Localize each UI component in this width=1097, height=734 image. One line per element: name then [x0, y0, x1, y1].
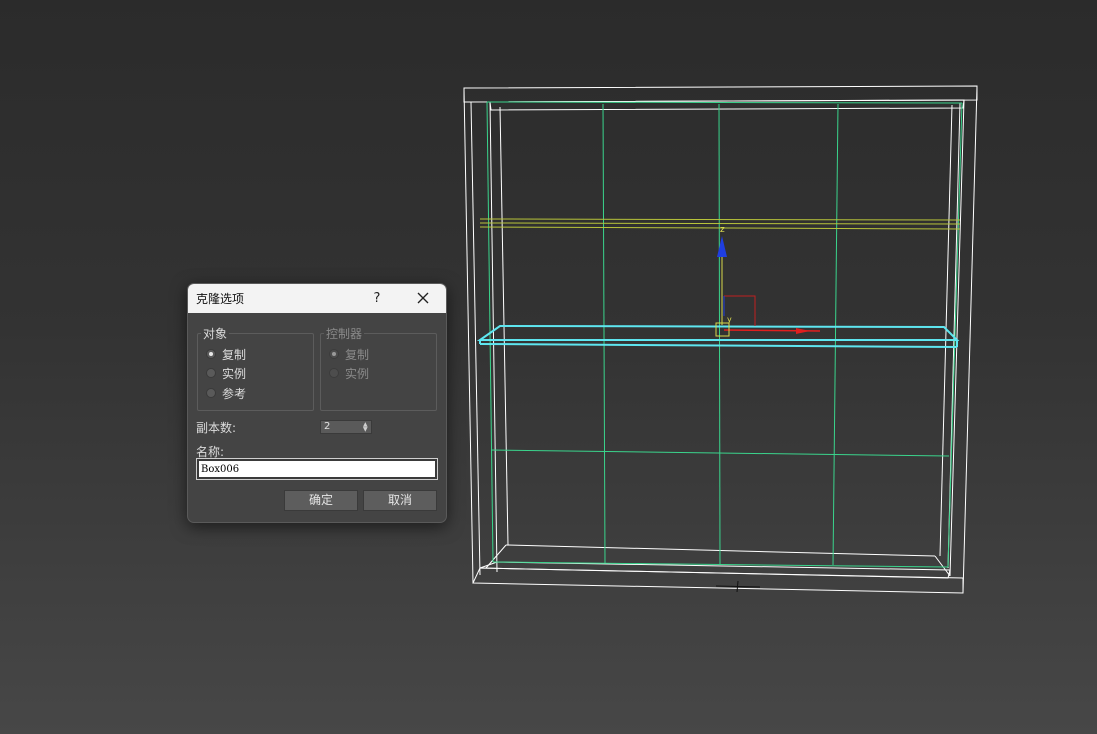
- radio-indicator: [329, 368, 339, 378]
- gizmo-y-label: y: [727, 315, 732, 324]
- radio-indicator[interactable]: [206, 368, 216, 378]
- 3d-viewport[interactable]: z y: [0, 0, 1097, 734]
- controller-instance-radio: 实例: [329, 364, 369, 382]
- ok-button[interactable]: 确定: [284, 490, 358, 511]
- name-input[interactable]: [196, 458, 438, 480]
- viewport-scene: z y: [463, 85, 978, 594]
- radio-label: 复制: [345, 347, 370, 362]
- controller-group-legend: 控制器: [324, 325, 365, 342]
- construction-grid: [486, 101, 963, 568]
- object-group: 对象 复制 实例 参考: [197, 325, 314, 411]
- radio-label: 实例: [345, 366, 370, 381]
- clone-options-dialog: 克隆选项 ? 对象 复制 实例 参考 控制器 复制 实例 副本数: 2 ▲ ▼ …: [187, 283, 447, 523]
- copies-label: 副本数:: [196, 421, 237, 435]
- object-copy-radio[interactable]: 复制: [206, 345, 246, 363]
- help-button[interactable]: ?: [366, 288, 388, 309]
- radio-indicator[interactable]: [206, 349, 216, 359]
- radio-label: 实例: [222, 366, 247, 381]
- copies-value: 2: [324, 421, 331, 432]
- dialog-titlebar[interactable]: 克隆选项 ?: [188, 284, 446, 313]
- dialog-title: 克隆选项: [196, 292, 245, 306]
- object-reference-radio[interactable]: 参考: [206, 384, 246, 402]
- radio-indicator[interactable]: [206, 388, 216, 398]
- object-instance-radio[interactable]: 实例: [206, 364, 246, 382]
- name-label: 名称:: [196, 445, 225, 459]
- close-button[interactable]: [410, 288, 436, 309]
- controller-group: 控制器 复制 实例: [320, 325, 437, 411]
- pivot-marker: [715, 580, 761, 593]
- radio-label: 参考: [222, 386, 247, 401]
- copies-spinner[interactable]: 2 ▲ ▼: [320, 420, 372, 434]
- close-icon: [417, 292, 429, 304]
- object-group-legend: 对象: [201, 325, 230, 342]
- transform-gizmo[interactable]: z y: [715, 225, 821, 337]
- gizmo-z-label: z: [720, 225, 725, 235]
- radio-label: 复制: [222, 347, 247, 362]
- cancel-button[interactable]: 取消: [363, 490, 437, 511]
- controller-copy-radio: 复制: [329, 345, 369, 363]
- spinner-arrows-icon[interactable]: ▲ ▼: [363, 422, 369, 433]
- radio-indicator: [329, 349, 339, 359]
